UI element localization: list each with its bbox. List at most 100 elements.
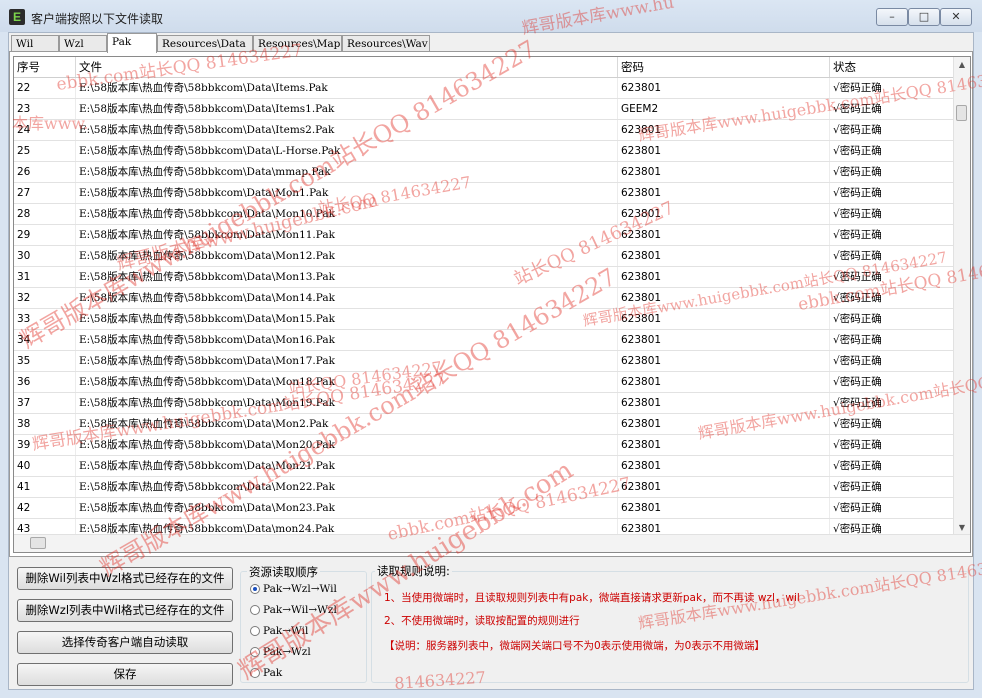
table-row[interactable]: 32 E:\58版本库\热血传奇\58bbkcom\Data\Mon14.Pak 6… [14, 288, 954, 309]
column-header-status[interactable]: 状态 [830, 57, 954, 77]
column-header-password[interactable]: 密码 [618, 57, 830, 77]
table-row[interactable]: 22 E:\58版本库\热血传奇\58bbkcom\Data\Items.Pak 6… [14, 78, 954, 99]
radio-order-3[interactable]: Pak→Wzl [250, 644, 311, 660]
vertical-scrollbar[interactable]: ▲ ▼ [953, 57, 970, 536]
pak-file-list[interactable]: 序号 文件 密码 状态 22 E:\58版本库\热血传奇\58bbkcom\Dat… [13, 56, 971, 553]
radio-order-2[interactable]: Pak→Wil [250, 623, 308, 639]
row-password: 623801 [618, 267, 830, 287]
row-password: 623801 [618, 78, 830, 98]
table-row[interactable]: 30 E:\58版本库\热血传奇\58bbkcom\Data\Mon12.Pak 6… [14, 246, 954, 267]
radio-label: Pak [263, 667, 283, 679]
scroll-up-icon[interactable]: ▲ [954, 57, 970, 73]
tab-wzl[interactable]: Wzl [59, 35, 107, 52]
vertical-scroll-thumb[interactable] [956, 105, 967, 121]
table-row[interactable]: 41 E:\58版本库\热血传奇\58bbkcom\Data\Mon22.Pak 6… [14, 477, 954, 498]
tab-resources-map[interactable]: Resources\Map [253, 35, 342, 52]
row-number: 27 [14, 183, 76, 203]
delete-wzl-duplicates-button[interactable]: 删除Wzl列表中Wil格式已经存在的文件 [17, 599, 233, 622]
horizontal-scroll-thumb[interactable] [30, 537, 46, 549]
row-number: 22 [14, 78, 76, 98]
row-number: 42 [14, 498, 76, 518]
radio-order-0[interactable]: Pak→Wzl→Wil [250, 581, 337, 597]
row-file-path: E:\58版本库\热血传奇\58bbkcom\Data\Mon19.Pak [76, 393, 618, 413]
row-password: 623801 [618, 246, 830, 266]
row-status: √密码正确 [830, 309, 954, 329]
row-number: 28 [14, 204, 76, 224]
table-row[interactable]: 27 E:\58版本库\热血传奇\58bbkcom\Data\Mon1.Pak 62… [14, 183, 954, 204]
table-row[interactable]: 42 E:\58版本库\热血传奇\58bbkcom\Data\Mon23.Pak 6… [14, 498, 954, 519]
table-row[interactable]: 24 E:\58版本库\热血传奇\58bbkcom\Data\Items2.Pak… [14, 120, 954, 141]
row-password: 623801 [618, 309, 830, 329]
table-row[interactable]: 28 E:\58版本库\热血传奇\58bbkcom\Data\Mon10.Pak 6… [14, 204, 954, 225]
row-password: GEEM2 [618, 99, 830, 119]
column-header-file[interactable]: 文件 [76, 57, 618, 77]
table-row[interactable]: 34 E:\58版本库\热血传奇\58bbkcom\Data\Mon16.Pak 6… [14, 330, 954, 351]
radio-icon [250, 605, 260, 615]
row-file-path: E:\58版本库\热血传奇\58bbkcom\Data\Mon21.Pak [76, 456, 618, 476]
rules-title: 读取规则说明: [375, 563, 452, 579]
radio-order-4[interactable]: Pak [250, 665, 282, 681]
table-row[interactable]: 26 E:\58版本库\热血传奇\58bbkcom\Data\mmap.Pak 62… [14, 162, 954, 183]
row-file-path: E:\58版本库\热血传奇\58bbkcom\Data\Items2.Pak [76, 120, 618, 140]
row-password: 623801 [618, 477, 830, 497]
list-rows: 22 E:\58版本库\热血传奇\58bbkcom\Data\Items.Pak 6… [14, 78, 954, 540]
row-file-path: E:\58版本库\热血传奇\58bbkcom\Data\Mon18.Pak [76, 372, 618, 392]
row-status: √密码正确 [830, 183, 954, 203]
maximize-button[interactable]: □ [908, 8, 940, 26]
row-file-path: E:\58版本库\热血传奇\58bbkcom\Data\Items.Pak [76, 78, 618, 98]
row-number: 40 [14, 456, 76, 476]
row-status: √密码正确 [830, 141, 954, 161]
tab-resources-wav[interactable]: Resources\Wav [342, 35, 430, 52]
row-file-path: E:\58版本库\热血传奇\58bbkcom\Data\Mon15.Pak [76, 309, 618, 329]
row-file-path: E:\58版本库\热血传奇\58bbkcom\Data\Mon1.Pak [76, 183, 618, 203]
horizontal-scrollbar[interactable] [14, 534, 970, 552]
row-password: 623801 [618, 351, 830, 371]
table-row[interactable]: 33 E:\58版本库\热血传奇\58bbkcom\Data\Mon15.Pak 6… [14, 309, 954, 330]
row-number: 30 [14, 246, 76, 266]
tab-resources-data[interactable]: Resources\Data [157, 35, 253, 52]
table-row[interactable]: 29 E:\58版本库\热血传奇\58bbkcom\Data\Mon11.Pak 6… [14, 225, 954, 246]
app-e-icon: E [9, 9, 25, 25]
radio-icon [250, 626, 260, 636]
radio-label: Pak→Wil [263, 625, 309, 637]
table-row[interactable]: 36 E:\58版本库\热血传奇\58bbkcom\Data\Mon18.Pak 6… [14, 372, 954, 393]
table-row[interactable]: 39 E:\58版本库\热血传奇\58bbkcom\Data\Mon20.Pak 6… [14, 435, 954, 456]
select-client-button[interactable]: 选择传奇客户端自动读取 [17, 631, 233, 654]
row-file-path: E:\58版本库\热血传奇\58bbkcom\Data\Mon12.Pak [76, 246, 618, 266]
table-row[interactable]: 35 E:\58版本库\热血传奇\58bbkcom\Data\Mon17.Pak 6… [14, 351, 954, 372]
save-button[interactable]: 保存 [17, 663, 233, 686]
delete-wil-duplicates-button[interactable]: 删除Wil列表中Wzl格式已经存在的文件 [17, 567, 233, 590]
row-password: 623801 [618, 393, 830, 413]
row-password: 623801 [618, 435, 830, 455]
row-file-path: E:\58版本库\热血传奇\58bbkcom\Data\L-Horse.Pak [76, 141, 618, 161]
row-file-path: E:\58版本库\热血传奇\58bbkcom\Data\Mon13.Pak [76, 267, 618, 287]
close-icon: ✕ [951, 10, 961, 23]
radio-selected-icon [250, 584, 260, 594]
row-file-path: E:\58版本库\热血传奇\58bbkcom\Data\mmap.Pak [76, 162, 618, 182]
row-status: √密码正确 [830, 456, 954, 476]
row-number: 24 [14, 120, 76, 140]
close-button[interactable]: ✕ [940, 8, 972, 26]
row-password: 623801 [618, 330, 830, 350]
table-row[interactable]: 25 E:\58版本库\热血传奇\58bbkcom\Data\L-Horse.Pa… [14, 141, 954, 162]
tab-wil[interactable]: Wil [11, 35, 59, 52]
title-bar[interactable]: E 客户端按照以下文件读取 – □ ✕ [0, 0, 982, 32]
radio-label: Pak→Wzl [263, 646, 311, 658]
radio-label: Pak→Wzl→Wil [263, 583, 337, 595]
table-row[interactable]: 40 E:\58版本库\热血传奇\58bbkcom\Data\Mon21.Pak 6… [14, 456, 954, 477]
table-row[interactable]: 23 E:\58版本库\热血传奇\58bbkcom\Data\Items1.Pak… [14, 99, 954, 120]
radio-icon [250, 668, 260, 678]
rule-line-1: 1、当使用微端时，且读取规则列表中有pak，微端直接请求更新pak，而不再读 w… [384, 592, 800, 604]
row-file-path: E:\58版本库\热血传奇\58bbkcom\Data\Items1.Pak [76, 99, 618, 119]
column-header-no[interactable]: 序号 [14, 57, 76, 77]
radio-order-1[interactable]: Pak→Wil→Wzl [250, 602, 337, 618]
table-row[interactable]: 38 E:\58版本库\热血传奇\58bbkcom\Data\Mon2.Pak 62… [14, 414, 954, 435]
table-row[interactable]: 37 E:\58版本库\热血传奇\58bbkcom\Data\Mon19.Pak 6… [14, 393, 954, 414]
minimize-button[interactable]: – [876, 8, 908, 26]
row-number: 41 [14, 477, 76, 497]
table-row[interactable]: 31 E:\58版本库\热血传奇\58bbkcom\Data\Mon13.Pak 6… [14, 267, 954, 288]
tab-pak[interactable]: Pak [107, 33, 157, 53]
row-password: 623801 [618, 120, 830, 140]
row-status: √密码正确 [830, 330, 954, 350]
row-status: √密码正确 [830, 351, 954, 371]
